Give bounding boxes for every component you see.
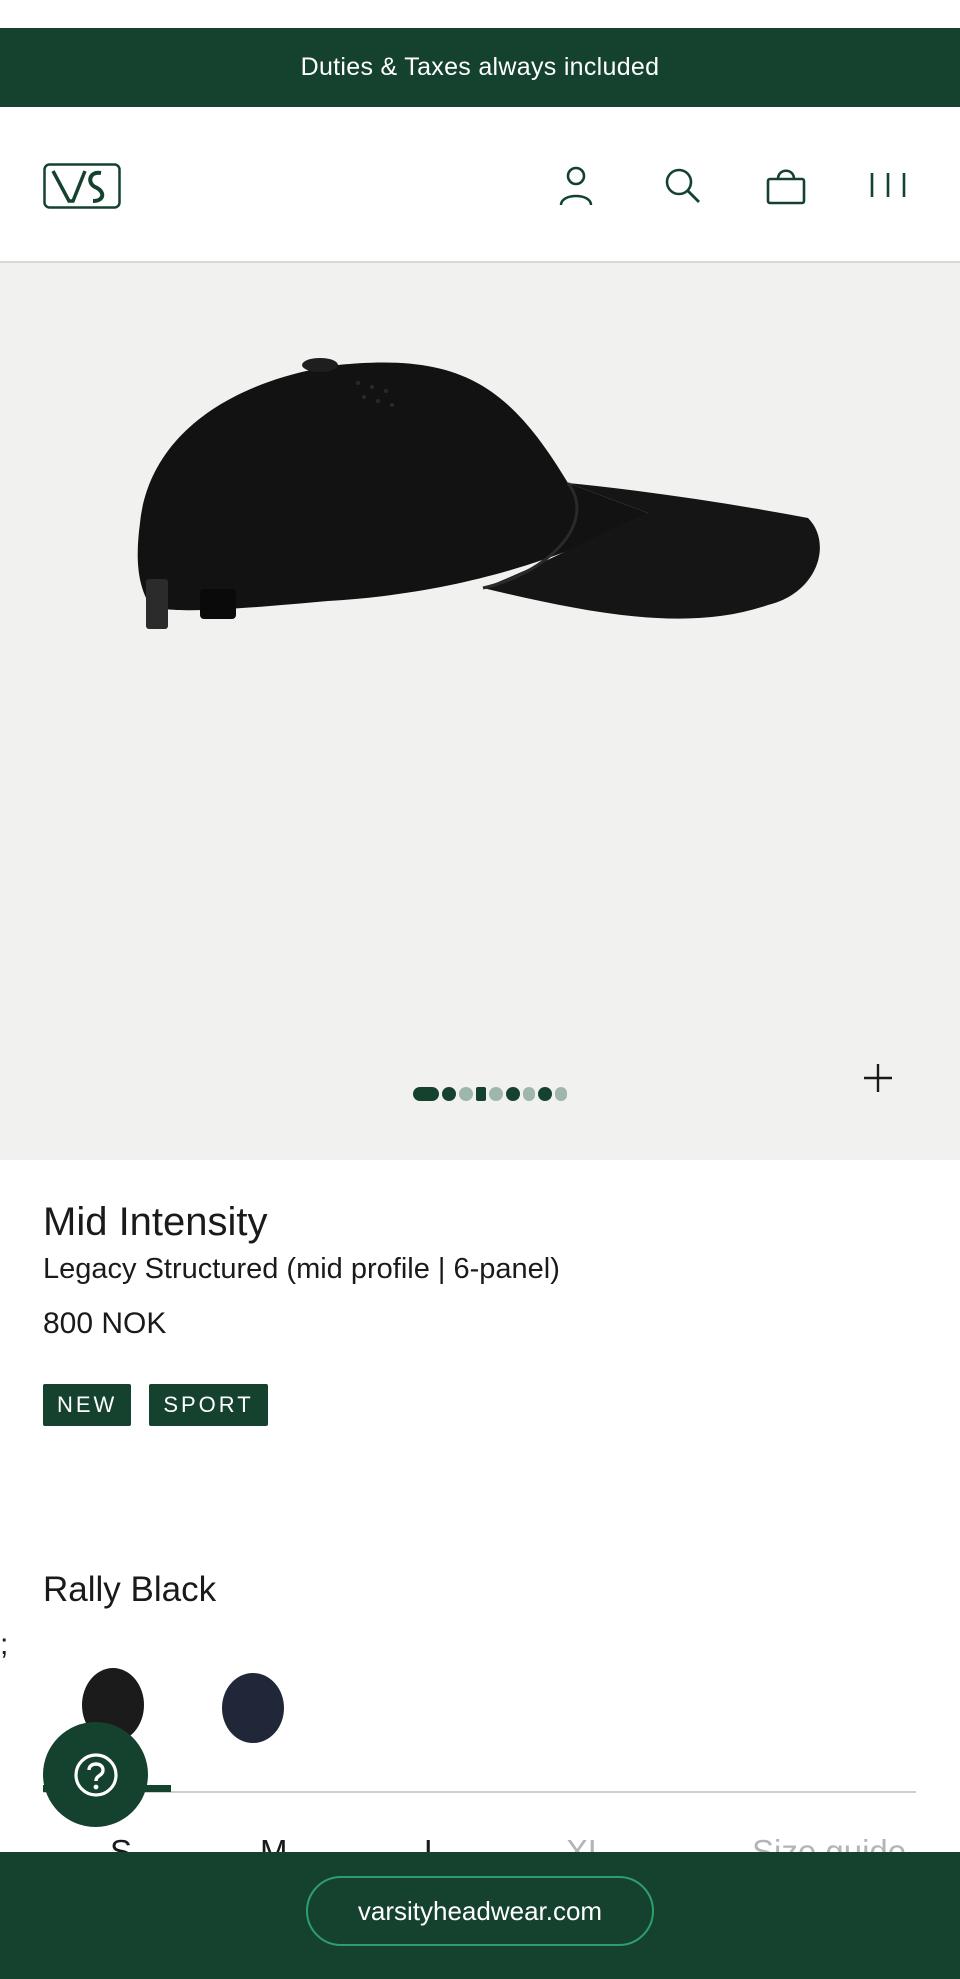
gallery-dot[interactable] [523, 1087, 535, 1101]
product-price: 800 NOK [43, 1307, 167, 1340]
gallery-dot[interactable] [555, 1087, 567, 1101]
url-text: varsityheadwear.com [357, 1895, 603, 1926]
product-title: Mid Intensity [43, 1200, 268, 1244]
gallery-dot[interactable] [442, 1087, 456, 1101]
size-tabs-divider [43, 1791, 916, 1793]
bag-icon[interactable] [764, 163, 808, 207]
gallery-dot[interactable] [459, 1087, 473, 1101]
url-pill[interactable]: varsityheadwear.com [306, 1876, 654, 1946]
gallery-dot[interactable] [538, 1087, 552, 1101]
gallery-dot[interactable] [413, 1087, 439, 1101]
stray-text: ; [0, 1628, 9, 1661]
announcement-bar: Duties & Taxes always included [0, 28, 960, 107]
swatch-navy[interactable] [222, 1673, 284, 1743]
plus-icon[interactable] [860, 1060, 896, 1096]
product-image [137, 358, 820, 629]
badge-sport: SPORT [149, 1384, 268, 1426]
product-gallery[interactable] [0, 263, 960, 1160]
gallery-dot[interactable] [489, 1087, 503, 1101]
gallery-dot[interactable] [476, 1087, 486, 1101]
gallery-pagination [413, 1086, 567, 1102]
account-icon[interactable] [554, 163, 598, 207]
question-icon [73, 1752, 118, 1797]
brand-logo[interactable] [43, 163, 121, 209]
site-header [0, 107, 960, 263]
selected-color-name: Rally Black [43, 1570, 217, 1609]
bottom-url-bar: varsityheadwear.com [0, 1852, 960, 1979]
help-button[interactable] [43, 1722, 148, 1827]
announcement-text: Duties & Taxes always included [300, 53, 660, 81]
search-icon[interactable] [660, 163, 704, 207]
product-subtitle: Legacy Structured (mid profile | 6-panel… [43, 1253, 560, 1285]
badge-new: NEW [43, 1384, 132, 1426]
menu-icon[interactable] [866, 163, 910, 207]
badge-list: NEW SPORT [43, 1384, 268, 1426]
gallery-dot[interactable] [506, 1087, 520, 1101]
